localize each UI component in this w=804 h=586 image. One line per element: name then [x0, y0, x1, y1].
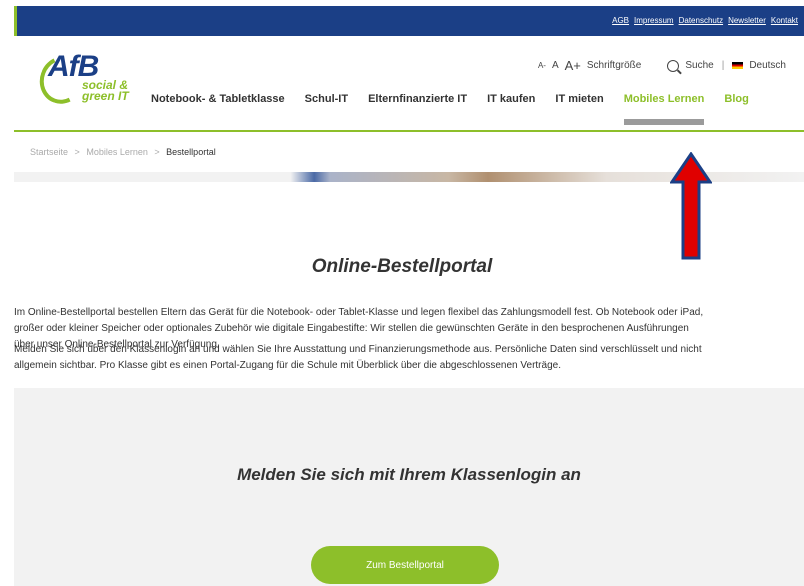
top-bar: AGB Impressum Datenschutz Newsletter Kon…	[14, 6, 804, 36]
nav-blog[interactable]: Blog	[724, 93, 748, 105]
intro-line: großer oder kleiner Speicher oder option…	[14, 323, 689, 334]
language-selector[interactable]: Deutsch	[749, 60, 786, 71]
page-title: Online-Bestellportal	[311, 256, 493, 277]
breadcrumb: Startseite > Mobiles Lernen > Bestellpor…	[30, 147, 216, 157]
breadcrumb-current: Bestellportal	[166, 147, 216, 157]
logo-tagline: social & green IT	[82, 79, 129, 103]
nav-it-kaufen[interactable]: IT kaufen	[487, 93, 535, 105]
breadcrumb-home[interactable]: Startseite	[30, 147, 68, 157]
login-heading: Melden Sie sich mit Ihrem Klassenlogin a…	[237, 465, 581, 484]
bestellportal-button[interactable]: Zum Bestellportal	[311, 546, 499, 584]
font-size-decrease[interactable]: A-	[538, 61, 546, 70]
login-section: Melden Sie sich mit Ihrem Klassenlogin a…	[14, 388, 804, 586]
logo-tagline-line2: green IT	[82, 89, 129, 103]
search-icon[interactable]	[667, 59, 680, 72]
german-flag-icon	[732, 62, 744, 69]
breadcrumb-separator: >	[74, 147, 80, 157]
link-datenschutz[interactable]: Datenschutz	[679, 16, 723, 25]
login-info-paragraph: Melden Sie sich über den Klassenlogin an…	[14, 342, 804, 374]
link-impressum[interactable]: Impressum	[634, 16, 674, 25]
font-size-increase[interactable]: A+	[565, 58, 581, 73]
nav-mobiles-lernen[interactable]: Mobiles Lernen	[623, 93, 704, 125]
font-size-default[interactable]: A	[552, 60, 559, 71]
nav-it-mieten[interactable]: IT mieten	[555, 93, 603, 105]
link-newsletter[interactable]: Newsletter	[728, 16, 766, 25]
intro-line: Im Online-Bestellportal bestellen Eltern…	[14, 307, 704, 318]
main-nav: Notebook- & Tabletklasse Schul-IT Eltern…	[151, 93, 749, 125]
link-kontakt[interactable]: Kontakt	[771, 16, 798, 25]
font-size-label: Schriftgröße	[586, 60, 642, 71]
site-header: AfB social & green IT A- A A+ Schriftgrö…	[14, 36, 804, 131]
nav-elternfinanzierte-it[interactable]: Elternfinanzierte IT	[368, 93, 467, 105]
top-links: AGB Impressum Datenschutz Newsletter Kon…	[612, 16, 798, 25]
login-info-line: allgemein sichtbar. Pro Klasse gibt es e…	[14, 360, 561, 371]
util-separator: |	[721, 60, 725, 71]
afb-logo[interactable]: AfB social & green IT	[33, 49, 140, 111]
nav-schul-it[interactable]: Schul-IT	[305, 93, 348, 105]
topbar-accent	[14, 6, 17, 36]
login-info-line: Melden Sie sich über den Klassenlogin an…	[14, 344, 702, 355]
utility-bar: A- A A+ Schriftgröße Suche | Deutsch	[538, 58, 786, 73]
nav-notebook-tabletklasse[interactable]: Notebook- & Tabletklasse	[151, 93, 285, 105]
search-link[interactable]: Suche	[685, 60, 713, 71]
header-divider	[14, 130, 804, 132]
breadcrumb-parent[interactable]: Mobiles Lernen	[86, 147, 148, 157]
link-agb[interactable]: AGB	[612, 16, 629, 25]
up-arrow-annotation-icon	[670, 152, 712, 260]
breadcrumb-separator: >	[154, 147, 160, 157]
